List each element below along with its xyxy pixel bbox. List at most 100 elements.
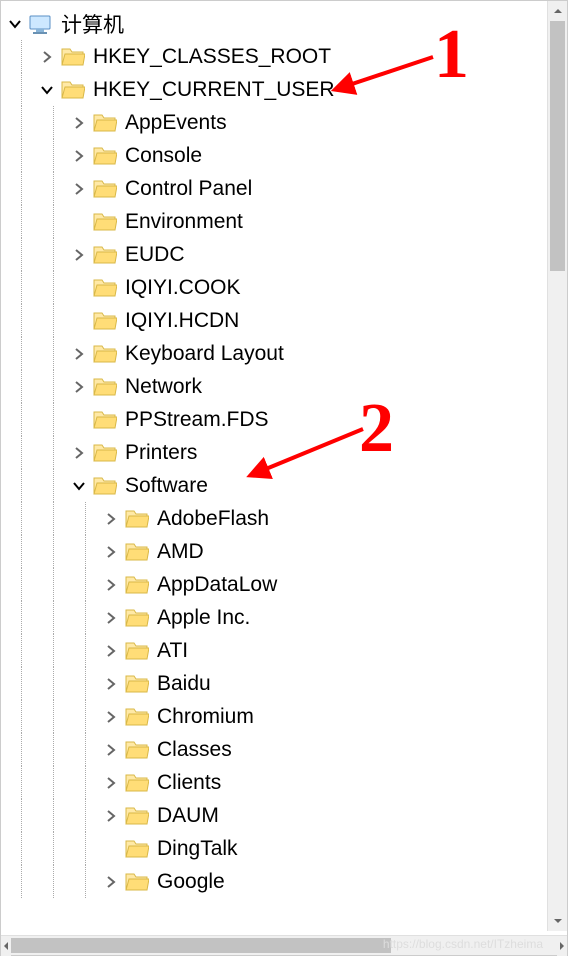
folder-icon — [93, 343, 117, 365]
tree-item-label: HKEY_CURRENT_USER — [93, 78, 335, 102]
tree-item[interactable]: Software — [5, 469, 567, 502]
collapse-icon[interactable] — [69, 476, 89, 496]
scroll-thumb-vertical[interactable] — [550, 21, 565, 271]
tree-item[interactable]: EUDC — [5, 238, 567, 271]
scroll-left-button[interactable] — [1, 936, 11, 956]
tree-item-label: IQIYI.HCDN — [125, 309, 239, 333]
expand-icon[interactable] — [101, 707, 121, 727]
folder-icon — [93, 277, 117, 299]
expand-icon[interactable] — [101, 542, 121, 562]
tree-item[interactable]: HKEY_CLASSES_ROOT — [5, 40, 567, 73]
tree-item[interactable]: Console — [5, 139, 567, 172]
collapse-icon[interactable] — [37, 80, 57, 100]
scroll-track-vertical[interactable] — [548, 21, 567, 911]
tree-item-label: Printers — [125, 441, 197, 465]
folder-icon — [93, 145, 117, 167]
folder-icon — [125, 805, 149, 827]
tree-item[interactable]: Keyboard Layout — [5, 337, 567, 370]
tree-item[interactable]: PPStream.FDS — [5, 403, 567, 436]
scroll-thumb-horizontal[interactable] — [11, 938, 391, 953]
tree-item[interactable]: AdobeFlash — [5, 502, 567, 535]
folder-icon — [125, 706, 149, 728]
tree-item-label: Apple Inc. — [157, 606, 250, 630]
expand-icon[interactable] — [69, 146, 89, 166]
folder-icon — [61, 79, 85, 101]
tree-item-label: Environment — [125, 210, 243, 234]
watermark: https://blog.csdn.net/ITzheima — [383, 937, 543, 951]
tree-item-label: Baidu — [157, 672, 211, 696]
tree-item[interactable]: Clients — [5, 766, 567, 799]
expand-icon[interactable] — [101, 641, 121, 661]
expand-icon[interactable] — [69, 179, 89, 199]
folder-icon — [125, 871, 149, 893]
folder-icon — [125, 541, 149, 563]
expand-icon[interactable] — [69, 344, 89, 364]
collapse-icon[interactable] — [5, 14, 25, 34]
toggle-spacer — [69, 311, 89, 331]
tree-item-label: Chromium — [157, 705, 254, 729]
toggle-spacer — [69, 278, 89, 298]
tree-item-label: DAUM — [157, 804, 219, 828]
tree-item-label: HKEY_CLASSES_ROOT — [93, 45, 331, 69]
folder-icon — [93, 376, 117, 398]
folder-icon — [93, 244, 117, 266]
folder-icon — [125, 838, 149, 860]
expand-icon[interactable] — [37, 47, 57, 67]
tree-item[interactable]: Baidu — [5, 667, 567, 700]
expand-icon[interactable] — [101, 509, 121, 529]
folder-icon — [125, 508, 149, 530]
folder-icon — [93, 178, 117, 200]
tree-item[interactable]: AMD — [5, 535, 567, 568]
tree-item[interactable]: IQIYI.HCDN — [5, 304, 567, 337]
toggle-spacer — [101, 839, 121, 859]
expand-icon[interactable] — [69, 113, 89, 133]
tree-item-label: Keyboard Layout — [125, 342, 284, 366]
expand-icon[interactable] — [101, 575, 121, 595]
expand-icon[interactable] — [101, 872, 121, 892]
folder-icon — [93, 211, 117, 233]
expand-icon[interactable] — [101, 674, 121, 694]
tree-item[interactable]: AppEvents — [5, 106, 567, 139]
tree-item[interactable]: DingTalk — [5, 832, 567, 865]
tree-item[interactable]: AppDataLow — [5, 568, 567, 601]
expand-icon[interactable] — [69, 245, 89, 265]
tree-item[interactable]: Environment — [5, 205, 567, 238]
folder-icon — [125, 673, 149, 695]
scroll-down-button[interactable] — [548, 911, 567, 931]
tree-item[interactable]: Chromium — [5, 700, 567, 733]
tree-item[interactable]: DAUM — [5, 799, 567, 832]
tree-item-label: AdobeFlash — [157, 507, 269, 531]
expand-icon[interactable] — [69, 443, 89, 463]
folder-icon — [93, 475, 117, 497]
folder-icon — [125, 772, 149, 794]
expand-icon[interactable] — [69, 377, 89, 397]
folder-icon — [125, 607, 149, 629]
tree-item[interactable]: IQIYI.COOK — [5, 271, 567, 304]
tree-item-label: Network — [125, 375, 202, 399]
tree-item[interactable]: ATI — [5, 634, 567, 667]
tree-item[interactable]: Printers — [5, 436, 567, 469]
toggle-spacer — [69, 410, 89, 430]
tree-item[interactable]: Apple Inc. — [5, 601, 567, 634]
tree-item[interactable]: Network — [5, 370, 567, 403]
vertical-scrollbar[interactable] — [547, 1, 567, 931]
folder-icon — [93, 442, 117, 464]
tree-item[interactable]: HKEY_CURRENT_USER — [5, 73, 567, 106]
folder-icon — [125, 640, 149, 662]
scroll-right-button[interactable] — [557, 936, 567, 956]
tree-item[interactable]: Classes — [5, 733, 567, 766]
expand-icon[interactable] — [101, 806, 121, 826]
tree-item[interactable]: Control Panel — [5, 172, 567, 205]
registry-tree[interactable]: 计算机 HKEY_CLASSES_ROOT HKEY_CURRENT_USER App… — [1, 1, 567, 931]
expand-icon[interactable] — [101, 773, 121, 793]
expand-icon[interactable] — [101, 608, 121, 628]
expand-icon[interactable] — [101, 740, 121, 760]
tree-item[interactable]: Google — [5, 865, 567, 898]
computer-icon — [29, 13, 53, 35]
tree-item-label: AppDataLow — [157, 573, 277, 597]
tree-item-label: IQIYI.COOK — [125, 276, 241, 300]
scroll-up-button[interactable] — [548, 1, 567, 21]
tree-item-label: Software — [125, 474, 208, 498]
folder-icon — [125, 574, 149, 596]
tree-item[interactable]: 计算机 — [5, 7, 567, 40]
